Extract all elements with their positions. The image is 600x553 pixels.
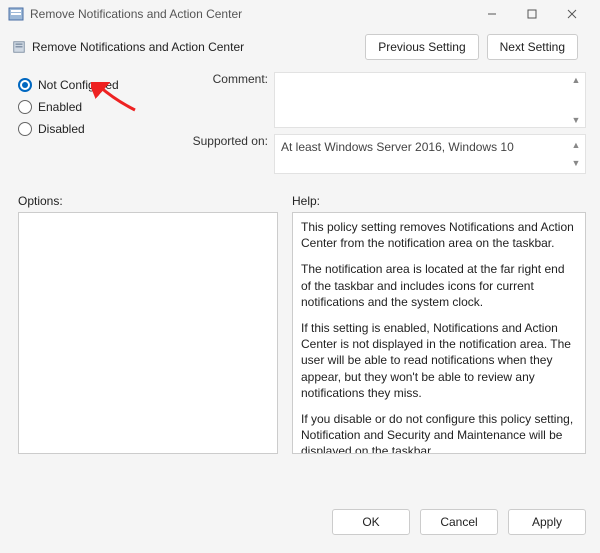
radio-label: Not Configured <box>38 78 119 92</box>
supported-on-input[interactable]: At least Windows Server 2016, Windows 10… <box>274 134 586 174</box>
policy-title: Remove Notifications and Action Center <box>32 40 365 54</box>
previous-setting-button[interactable]: Previous Setting <box>365 34 478 60</box>
policy-icon <box>12 40 26 54</box>
radio-circle-icon <box>18 78 32 92</box>
help-label: Help: <box>292 194 586 208</box>
radio-enabled[interactable]: Enabled <box>18 100 168 114</box>
comment-input[interactable]: ▲▼ <box>274 72 586 128</box>
apply-button[interactable]: Apply <box>508 509 586 535</box>
next-setting-button[interactable]: Next Setting <box>487 34 578 60</box>
policy-header: Remove Notifications and Action Center P… <box>0 28 600 66</box>
dialog-footer: OK Cancel Apply <box>0 499 600 553</box>
radio-label: Disabled <box>38 122 85 136</box>
help-text: The notification area is located at the … <box>301 261 577 310</box>
scroll-arrows[interactable]: ▲▼ <box>569 135 583 173</box>
radio-circle-icon <box>18 100 32 114</box>
ok-button[interactable]: OK <box>332 509 410 535</box>
close-button[interactable] <box>552 2 592 26</box>
radio-not-configured[interactable]: Not Configured <box>18 78 168 92</box>
cancel-button[interactable]: Cancel <box>420 509 498 535</box>
help-panel[interactable]: This policy setting removes Notification… <box>292 212 586 454</box>
window-title: Remove Notifications and Action Center <box>30 7 472 21</box>
scroll-up-icon: ▲ <box>572 75 581 85</box>
options-panel[interactable] <box>18 212 278 454</box>
scroll-down-icon: ▼ <box>572 115 581 125</box>
radio-disabled[interactable]: Disabled <box>18 122 168 136</box>
maximize-button[interactable] <box>512 2 552 26</box>
comment-label: Comment: <box>178 72 274 86</box>
options-label: Options: <box>18 194 278 208</box>
help-text: If you disable or do not configure this … <box>301 411 577 454</box>
radio-label: Enabled <box>38 100 82 114</box>
scroll-down-icon: ▼ <box>572 155 581 171</box>
supported-on-label: Supported on: <box>178 134 274 148</box>
supported-on-value: At least Windows Server 2016, Windows 10 <box>281 140 514 154</box>
policy-app-icon <box>8 6 24 22</box>
scroll-up-icon: ▲ <box>572 137 581 153</box>
help-text: This policy setting removes Notification… <box>301 219 577 251</box>
title-bar: Remove Notifications and Action Center <box>0 0 600 28</box>
minimize-button[interactable] <box>472 2 512 26</box>
radio-circle-icon <box>18 122 32 136</box>
scroll-arrows[interactable]: ▲▼ <box>569 73 583 127</box>
help-text: If this setting is enabled, Notification… <box>301 320 577 401</box>
state-radio-group: Not Configured Enabled Disabled <box>18 72 168 180</box>
